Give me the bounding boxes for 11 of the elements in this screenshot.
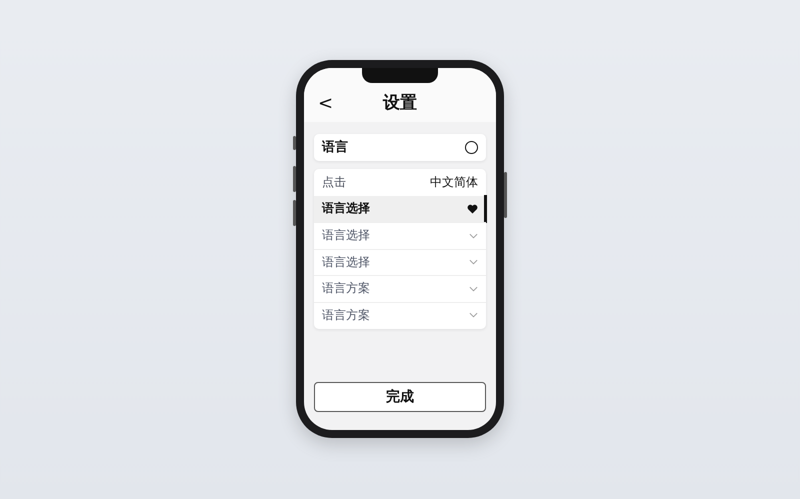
language-label: 语言 [322,138,348,156]
back-button[interactable]: < [314,92,338,114]
list-header-label: 点击 [322,174,346,191]
list-item[interactable]: 语言选择 [314,248,486,275]
current-language: 中文简体 [430,174,478,191]
list-item[interactable]: 语言选择 [314,196,486,222]
list-item[interactable]: 语言方案 [314,275,486,302]
list-item[interactable]: 语言方案 [314,302,486,328]
list-item[interactable]: 语言选择 [314,222,486,248]
done-button[interactable]: 完成 [314,382,486,412]
page-title: 设置 [383,92,417,114]
